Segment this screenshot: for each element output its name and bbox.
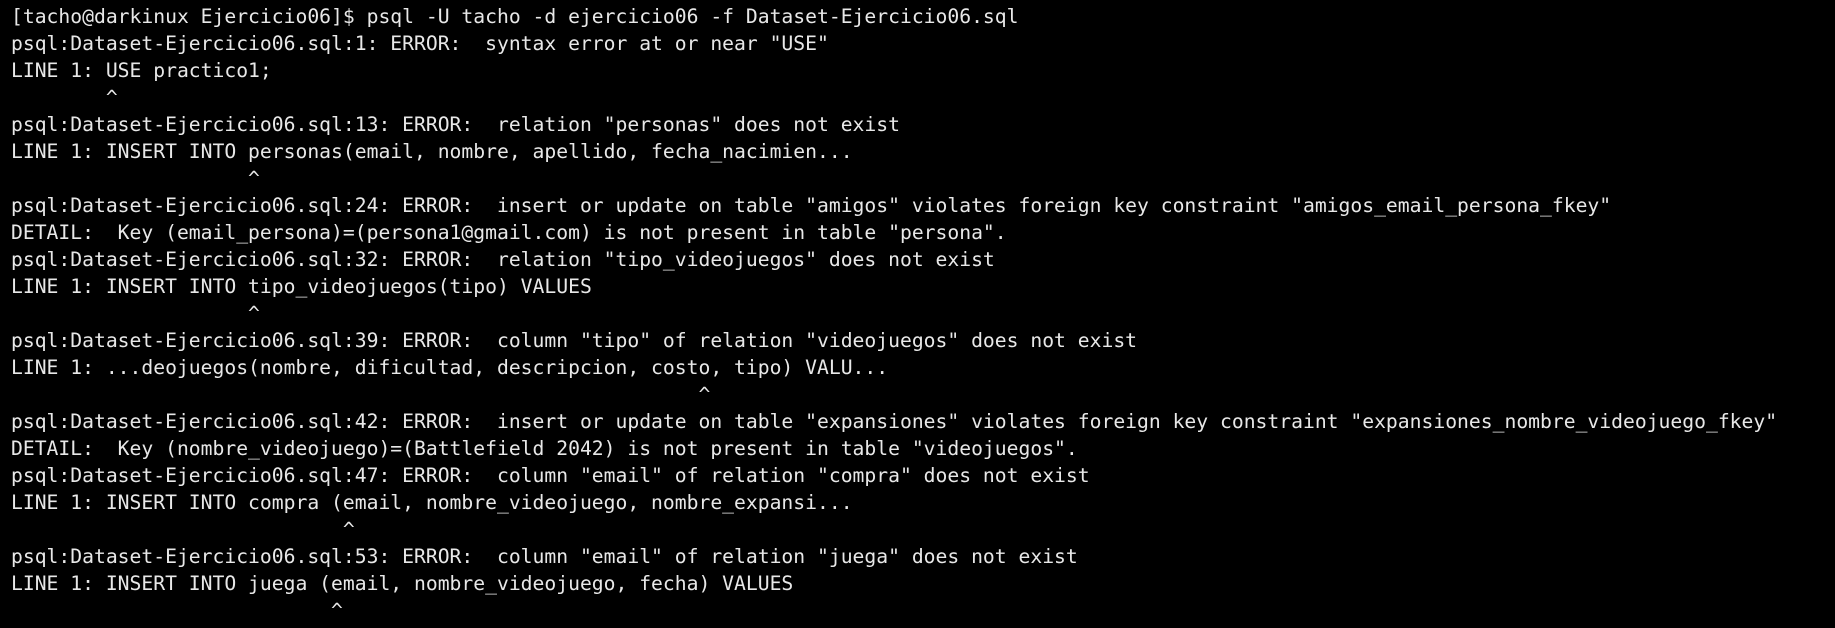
terminal-line-caret: ^: [11, 86, 118, 109]
terminal-line-caret: ^: [11, 302, 260, 325]
terminal-line-error: psql:Dataset-Ejercicio06.sql:24: ERROR: …: [11, 194, 1612, 217]
terminal-line-context: LINE 1: INSERT INTO personas(email, nomb…: [11, 140, 853, 163]
terminal-line-error: psql:Dataset-Ejercicio06.sql:39: ERROR: …: [11, 329, 1138, 352]
terminal-line-context: LINE 1: INSERT INTO juega (email, nombre…: [11, 572, 794, 595]
terminal-line-detail: DETAIL: Key (nombre_videojuego)=(Battlef…: [11, 437, 1078, 460]
terminal-line-error: psql:Dataset-Ejercicio06.sql:47: ERROR: …: [11, 464, 1090, 487]
terminal-line-context: LINE 1: ...deojuegos(nombre, dificultad,…: [11, 356, 889, 379]
terminal-line-error: psql:Dataset-Ejercicio06.sql:1: ERROR: s…: [11, 32, 829, 55]
terminal-line-context: LINE 1: INSERT INTO tipo_videojuegos(tip…: [11, 275, 592, 298]
terminal-line-prompt: [tacho@darkinux Ejercicio06]$ psql -U ta…: [11, 5, 1019, 28]
terminal-line-caret: ^: [11, 599, 343, 622]
terminal-line-error: psql:Dataset-Ejercicio06.sql:32: ERROR: …: [11, 248, 995, 271]
terminal-line-context: LINE 1: INSERT INTO compra (email, nombr…: [11, 491, 853, 514]
terminal-line-caret: ^: [11, 167, 260, 190]
terminal-line-caret: ^: [11, 518, 355, 541]
terminal-line-error: psql:Dataset-Ejercicio06.sql:53: ERROR: …: [11, 545, 1078, 568]
terminal-line-context: LINE 1: USE practico1;: [11, 59, 272, 82]
terminal-line-detail: DETAIL: Key (email_persona)=(persona1@gm…: [11, 221, 1007, 244]
terminal-line-error: psql:Dataset-Ejercicio06.sql:42: ERROR: …: [11, 410, 1778, 433]
terminal-line-caret: ^: [11, 383, 711, 406]
terminal-line-error: psql:Dataset-Ejercicio06.sql:13: ERROR: …: [11, 113, 900, 136]
terminal-output: [tacho@darkinux Ejercicio06]$ psql -U ta…: [0, 0, 1835, 628]
